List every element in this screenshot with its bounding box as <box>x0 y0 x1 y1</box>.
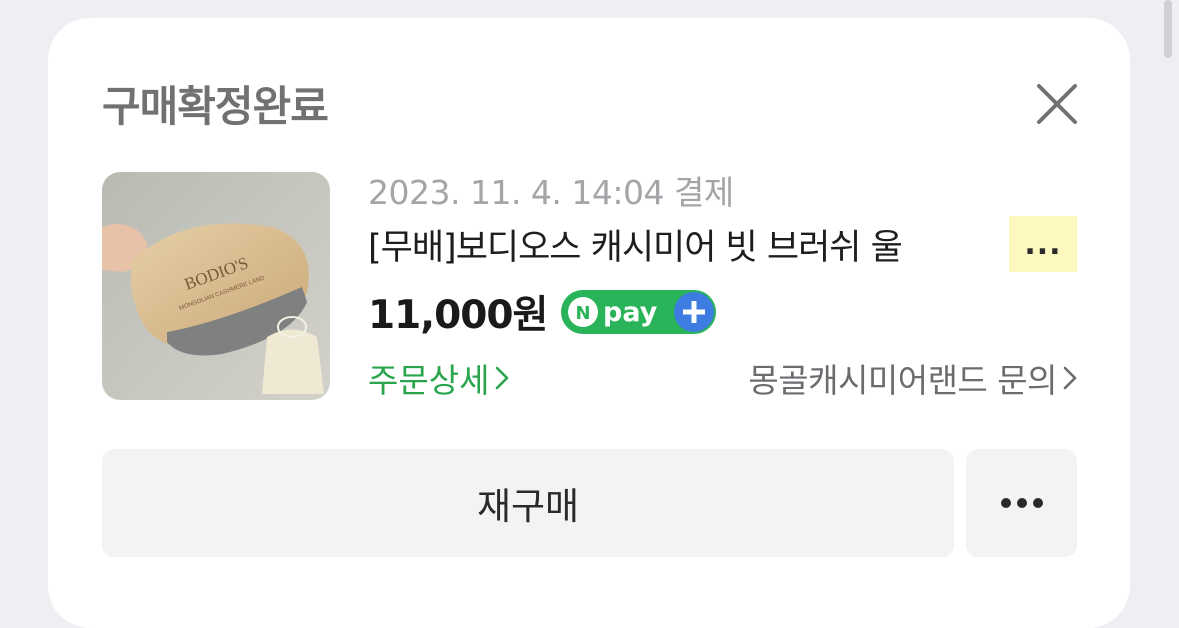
order-detail-link[interactable]: 주문상세 <box>368 354 509 402</box>
order-card: 구매확정완료 BODIO'S MONGOLIAN CASHMERE LAND 2… <box>48 18 1130 628</box>
seller-inquiry-link[interactable]: 몽골캐시미어랜드 문의 <box>748 354 1077 402</box>
product-price: 11,000원 <box>368 293 548 338</box>
chevron-right-icon <box>496 366 509 390</box>
rebuy-button[interactable]: 재구매 <box>102 449 954 557</box>
close-icon[interactable] <box>1033 80 1081 128</box>
chevron-right-icon <box>1063 366 1077 390</box>
svg-text:pay: pay <box>603 297 658 328</box>
page-scrollbar[interactable] <box>1164 0 1172 58</box>
npay-plus-badge: N pay <box>561 290 717 334</box>
more-dots-icon <box>1000 498 1043 508</box>
order-date: 2023. 11. 4. 14:04 결제 <box>368 173 734 212</box>
product-name[interactable]: [무배]보디오스 캐시미어 빗 브러쉬 울 <box>368 219 903 270</box>
seller-inquiry-label: 몽골캐시미어랜드 문의 <box>748 361 1057 400</box>
order-detail-label: 주문상세 <box>368 361 490 400</box>
price-row: 11,000원 N pay <box>368 284 717 340</box>
svg-text:N: N <box>576 303 591 324</box>
more-options-button[interactable] <box>966 449 1077 557</box>
product-thumbnail[interactable]: BODIO'S MONGOLIAN CASHMERE LAND <box>102 172 330 400</box>
links-row: 주문상세 몽골캐시미어랜드 문의 <box>368 353 1077 403</box>
product-name-row[interactable]: [무배]보디오스 캐시미어 빗 브러쉬 울 ... <box>368 216 1077 272</box>
card-title: 구매확정완료 <box>102 82 329 131</box>
name-truncation-indicator: ... <box>1009 216 1077 272</box>
